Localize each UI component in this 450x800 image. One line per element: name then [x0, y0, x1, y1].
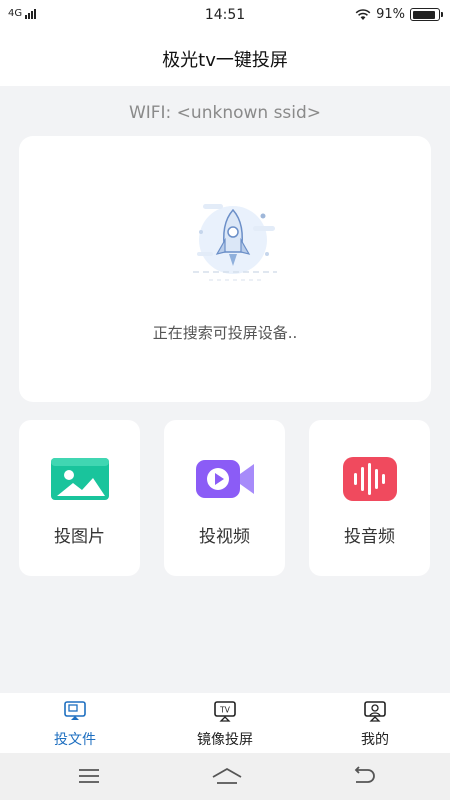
- page-title: 极光tv一键投屏: [162, 50, 288, 71]
- image-icon: [51, 458, 109, 500]
- cast-image-button[interactable]: 投图片: [19, 420, 140, 576]
- battery-level: [412, 10, 436, 19]
- bottom-tab-bar: 投文件 TV 镜像投屏 我的: [0, 693, 450, 753]
- svg-text:TV: TV: [219, 706, 231, 715]
- profile-icon: [364, 701, 386, 722]
- search-status-text: 正在搜索可投屏设备..: [152, 324, 298, 342]
- feature-label: 投图片: [54, 527, 105, 547]
- cast-file-icon: [64, 701, 86, 720]
- app-header: 极光tv一键投屏: [0, 32, 450, 86]
- back-icon[interactable]: [352, 765, 376, 787]
- tab-label: 我的: [361, 732, 389, 748]
- menu-icon[interactable]: [77, 765, 101, 787]
- wifi-ssid-label: WIFI: <unknown ssid>: [128, 103, 322, 123]
- cast-video-button[interactable]: 投视频: [164, 420, 285, 576]
- system-nav-bar: [0, 753, 450, 800]
- battery-percent: 91%: [376, 7, 405, 22]
- cast-audio-button[interactable]: 投音频: [309, 420, 430, 576]
- feature-label: 投视频: [199, 527, 250, 547]
- device-search-card: 正在搜索可投屏设备..: [19, 136, 431, 402]
- video-camera-icon: [196, 460, 254, 498]
- tab-profile[interactable]: 我的: [300, 693, 450, 753]
- feature-label: 投音频: [344, 527, 395, 547]
- tab-label: 投文件: [54, 732, 96, 748]
- tv-mirror-icon: TV: [214, 701, 236, 722]
- home-icon[interactable]: [211, 765, 243, 787]
- tab-mirror-cast[interactable]: TV 镜像投屏: [150, 693, 300, 753]
- tab-label: 镜像投屏: [197, 732, 253, 748]
- battery-icon: [410, 8, 443, 21]
- wifi-icon: [355, 8, 371, 20]
- status-bar: 4G 14:51 91%: [0, 0, 450, 32]
- status-indicators: 91%: [355, 7, 443, 22]
- tab-cast-file[interactable]: 投文件: [0, 693, 150, 753]
- rocket-icon: [193, 204, 277, 281]
- audio-wave-icon: [343, 457, 397, 501]
